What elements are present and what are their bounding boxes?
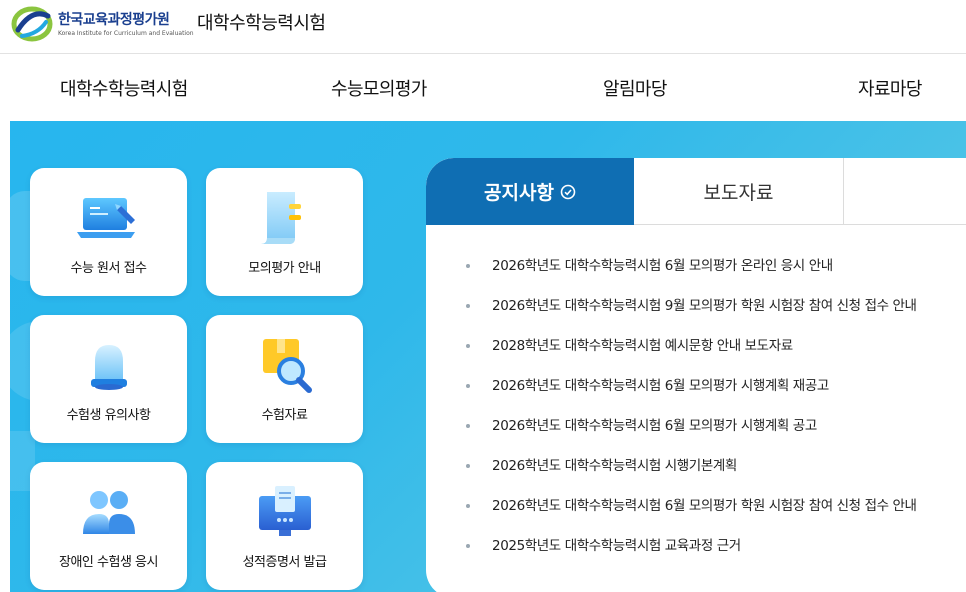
notice-title: 2028학년도 대학수학능력시험 예시문항 안내 보도자료 — [492, 338, 793, 354]
notice-item[interactable]: 2026학년도 대학수학능력시험 6월 모의평가 온라인 응시 안내 — [466, 246, 966, 286]
top-bar: 한국교육과정평가원 Korea Institute for Curriculum… — [0, 0, 966, 54]
notice-title: 2026학년도 대학수학능력시험 6월 모의평가 시행계획 재공고 — [492, 378, 829, 394]
tab-press-releases[interactable]: 보도자료 — [634, 158, 844, 225]
quick-card-label: 모의평가 안내 — [248, 261, 321, 276]
tab-label: 보도자료 — [703, 182, 774, 204]
site-title[interactable]: 대학수학능력시험 — [197, 9, 326, 35]
bullet-icon — [466, 544, 470, 548]
quick-card-label: 장애인 수험생 응시 — [59, 555, 158, 570]
notice-item[interactable]: 2026학년도 대학수학능력시험 6월 모의평가 시행계획 재공고 — [466, 366, 966, 406]
laptop-icon — [30, 188, 187, 252]
bullet-icon — [466, 344, 470, 348]
notice-title: 2026학년도 대학수학능력시험 시행기본계획 — [492, 458, 737, 474]
notice-title: 2026학년도 대학수학능력시험 9월 모의평가 학원 시험장 참여 신청 접수… — [492, 298, 917, 314]
notice-title: 2026학년도 대학수학능력시험 6월 모의평가 시행계획 공고 — [492, 418, 817, 434]
notice-item[interactable]: 2026학년도 대학수학능력시험 6월 모의평가 학원 시험장 참여 신청 접수… — [466, 486, 966, 526]
notice-title: 2026학년도 대학수학능력시험 6월 모의평가 온라인 응시 안내 — [492, 258, 833, 274]
notice-item[interactable]: 2026학년도 대학수학능력시험 6월 모의평가 시행계획 공고 — [466, 406, 966, 446]
org-name[interactable]: 한국교육과정평가원 — [58, 9, 170, 29]
box-search-icon — [206, 335, 363, 399]
hero-section: 수능 원서 접수 모의평가 안내 수험생 유의사항 수험자료 장애인 수험생 응… — [10, 121, 966, 592]
document-icon — [206, 188, 363, 252]
notice-title: 2026학년도 대학수학능력시험 6월 모의평가 학원 시험장 참여 신청 접수… — [492, 498, 917, 514]
quick-card-precautions[interactable]: 수험생 유의사항 — [30, 315, 187, 443]
nav-item-resources[interactable]: 자료마당 — [858, 75, 922, 101]
org-subtitle: Korea Institute for Curriculum and Evalu… — [58, 30, 194, 37]
bullet-icon — [466, 424, 470, 428]
notice-item[interactable]: 2026학년도 대학수학능력시험 시행기본계획 — [466, 446, 966, 486]
bullet-icon — [466, 304, 470, 308]
bullet-icon — [466, 384, 470, 388]
main-navigation: 대학수학능력시험 수능모의평가 알림마당 자료마당 — [0, 55, 966, 121]
quick-card-certificate[interactable]: 성적증명서 발급 — [206, 462, 363, 590]
people-icon — [30, 482, 187, 546]
alarm-light-icon — [30, 335, 187, 399]
quick-card-label: 수험생 유의사항 — [66, 408, 151, 423]
kice-logo-icon[interactable] — [10, 4, 54, 44]
nav-item-mock-exam[interactable]: 수능모의평가 — [331, 75, 427, 101]
notice-list: 2026학년도 대학수학능력시험 6월 모의평가 온라인 응시 안내 2026학… — [466, 246, 966, 566]
check-circle-icon — [560, 184, 576, 200]
nav-item-csat[interactable]: 대학수학능력시험 — [60, 75, 188, 101]
notice-item[interactable]: 2028학년도 대학수학능력시험 예시문항 안내 보도자료 — [466, 326, 966, 366]
quick-card-disabled-candidates[interactable]: 장애인 수험생 응시 — [30, 462, 187, 590]
board-tabs: 공지사항 보도자료 — [426, 158, 966, 225]
bullet-icon — [466, 464, 470, 468]
quick-card-mock-guide[interactable]: 모의평가 안내 — [206, 168, 363, 296]
notice-title: 2025학년도 대학수학능력시험 교육과정 근거 — [492, 538, 741, 554]
quick-card-label: 수능 원서 접수 — [70, 261, 147, 276]
tab-label: 공지사항 — [484, 182, 554, 204]
notice-item[interactable]: 2025학년도 대학수학능력시험 교육과정 근거 — [466, 526, 966, 566]
board-panel: 공지사항 보도자료 2026학년도 대학수학능력시험 6월 모의평가 온라인 응… — [426, 158, 966, 592]
bullet-icon — [466, 264, 470, 268]
quick-card-application[interactable]: 수능 원서 접수 — [30, 168, 187, 296]
certificate-monitor-icon — [206, 482, 363, 546]
nav-item-notice-board[interactable]: 알림마당 — [603, 75, 667, 101]
notice-item[interactable]: 2026학년도 대학수학능력시험 9월 모의평가 학원 시험장 참여 신청 접수… — [466, 286, 966, 326]
quick-card-label: 수험자료 — [261, 408, 308, 423]
bullet-icon — [466, 504, 470, 508]
quick-card-label: 성적증명서 발급 — [242, 555, 327, 570]
quick-card-exam-materials[interactable]: 수험자료 — [206, 315, 363, 443]
tab-notices[interactable]: 공지사항 — [426, 158, 634, 225]
